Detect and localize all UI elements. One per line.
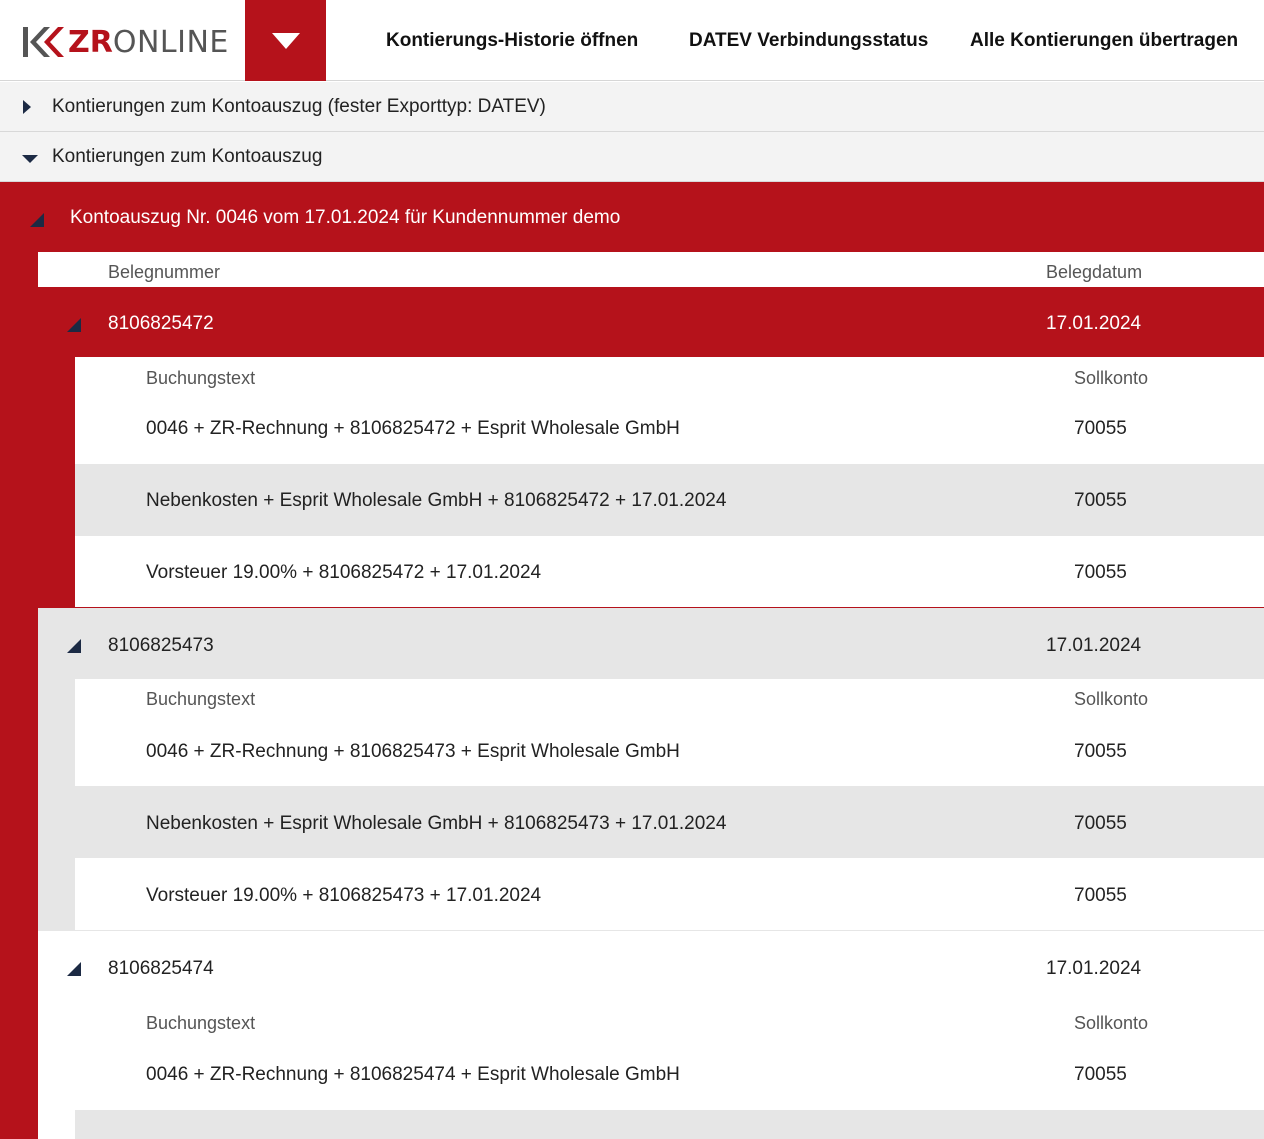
document-number: 8106825473 xyxy=(108,635,214,656)
chevron-down-icon xyxy=(271,32,300,49)
kk-logo-icon xyxy=(23,27,64,57)
document-row[interactable]: 8106825473 17.01.2024 xyxy=(38,608,1264,679)
entry-text: Vorsteuer 19.00% + 8106825473 + 17.01.20… xyxy=(146,885,542,906)
nav-kontierungs-historie[interactable]: Kontierungs-Historie öffnen xyxy=(386,0,638,81)
entry-row-partial[interactable] xyxy=(75,1110,1264,1139)
column-belegdatum: Belegdatum xyxy=(1046,262,1143,282)
column-buchungstext: Buchungstext xyxy=(146,1013,256,1033)
document-number: 8106825474 xyxy=(108,958,214,979)
accordion-label: Kontierungen zum Kontoauszug xyxy=(52,146,323,167)
entry-row[interactable]: 0046 + ZR-Rechnung + 8106825473 + Esprit… xyxy=(75,714,1264,786)
accordion-label: Kontierungen zum Kontoauszug (fester Exp… xyxy=(52,96,546,117)
document-date: 17.01.2024 xyxy=(1046,313,1142,334)
nav-alle-kontierungen-uebertragen[interactable]: Alle Kontierungen übertragen xyxy=(970,0,1238,81)
entry-account: 70055 xyxy=(1074,490,1127,511)
menu-toggle-button[interactable] xyxy=(245,0,326,81)
entry-account: 70055 xyxy=(1074,741,1127,762)
document-number: 8106825472 xyxy=(108,313,214,334)
entry-text: 0046 + ZR-Rechnung + 8106825472 + Esprit… xyxy=(146,418,680,439)
entry-text: Nebenkosten + Esprit Wholesale GmbH + 81… xyxy=(146,813,727,834)
expand-triangle-icon xyxy=(67,962,81,976)
entry-row[interactable]: 0046 + ZR-Rechnung + 8106825474 + Esprit… xyxy=(75,1038,1264,1110)
document-row-selected[interactable]: 8106825472 17.01.2024 xyxy=(38,287,1264,357)
column-header-row: Belegnummer Belegdatum xyxy=(38,252,1264,287)
entry-row[interactable]: Nebenkosten + Esprit Wholesale GmbH + 81… xyxy=(75,464,1264,536)
caret-right-icon xyxy=(23,100,31,114)
document-date: 17.01.2024 xyxy=(1046,958,1142,979)
column-sollkonto: Sollkonto xyxy=(1074,368,1149,388)
column-buchungstext: Buchungstext xyxy=(146,689,256,709)
caret-down-icon xyxy=(22,155,38,163)
entry-account: 70055 xyxy=(1074,1064,1127,1085)
document-row[interactable]: 8106825474 17.01.2024 xyxy=(38,931,1264,1003)
statement-header[interactable]: Kontoauszug Nr. 0046 vom 17.01.2024 für … xyxy=(0,182,1264,252)
nav-datev-verbindungsstatus[interactable]: DATEV Verbindungsstatus xyxy=(689,0,928,81)
statement-expand-triangle-icon xyxy=(30,213,44,227)
entry-text: Nebenkosten + Esprit Wholesale GmbH + 81… xyxy=(146,490,727,511)
entry-account: 70055 xyxy=(1074,562,1127,583)
entry-row[interactable]: Nebenkosten + Esprit Wholesale GmbH + 81… xyxy=(75,786,1264,858)
logo-zr-text: ZR xyxy=(68,24,113,60)
entry-text: 0046 + ZR-Rechnung + 8106825473 + Esprit… xyxy=(146,741,680,762)
document-date: 17.01.2024 xyxy=(1046,635,1142,656)
entry-row[interactable]: Vorsteuer 19.00% + 8106825472 + 17.01.20… xyxy=(75,536,1264,607)
column-sollkonto: Sollkonto xyxy=(1074,689,1149,709)
expand-triangle-icon xyxy=(67,318,81,332)
column-buchungstext: Buchungstext xyxy=(146,368,256,388)
entry-account: 70055 xyxy=(1074,418,1127,439)
document-entries: Buchungstext Sollkonto 0046 + ZR-Rechnun… xyxy=(75,357,1264,607)
zr-online-logo[interactable]: ZR ONLINE xyxy=(22,22,229,62)
statement-title: Kontoauszug Nr. 0046 vom 17.01.2024 für … xyxy=(70,207,621,228)
logo-online-text: ONLINE xyxy=(112,24,229,60)
app-header: ZR ONLINE Kontierungs-Historie öffnen DA… xyxy=(0,0,1264,81)
column-belegnummer: Belegnummer xyxy=(108,262,221,282)
entry-text: Vorsteuer 19.00% + 8106825472 + 17.01.20… xyxy=(146,562,542,583)
accordion-datev-export[interactable]: Kontierungen zum Kontoauszug (fester Exp… xyxy=(0,82,1264,132)
entry-row[interactable]: 0046 + ZR-Rechnung + 8106825472 + Esprit… xyxy=(75,392,1264,464)
expand-triangle-icon xyxy=(67,639,81,653)
entry-row[interactable]: Vorsteuer 19.00% + 8106825473 + 17.01.20… xyxy=(75,858,1264,930)
document-entries: Buchungstext Sollkonto 0046 + ZR-Rechnun… xyxy=(75,679,1264,930)
entry-account: 70055 xyxy=(1074,885,1127,906)
column-sollkonto: Sollkonto xyxy=(1074,1013,1149,1033)
entry-account: 70055 xyxy=(1074,813,1127,834)
accordion-kontierungen[interactable]: Kontierungen zum Kontoauszug xyxy=(0,132,1264,182)
entry-text: 0046 + ZR-Rechnung + 8106825474 + Esprit… xyxy=(146,1064,680,1085)
document-entries: Buchungstext Sollkonto 0046 + ZR-Rechnun… xyxy=(75,1003,1264,1139)
